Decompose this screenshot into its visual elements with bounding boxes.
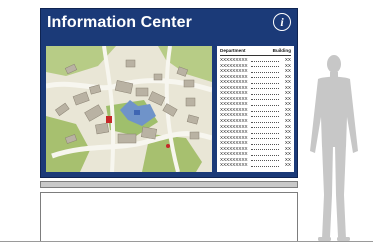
directory-leader-dots — [251, 132, 279, 134]
directory-leader-dots — [251, 82, 279, 84]
directory-leader-dots — [251, 93, 279, 95]
directory-leader-dots — [251, 116, 279, 118]
map-highlight-building — [106, 116, 112, 123]
campus-map-illustration — [46, 46, 212, 172]
directory-leader-dots — [251, 160, 279, 162]
department-column-header: Department — [220, 48, 246, 53]
directory-leader-dots — [251, 104, 279, 106]
info-icon: i — [273, 13, 291, 31]
directory-leader-dots — [251, 165, 279, 167]
directory-leader-dots — [251, 121, 279, 123]
directory-leader-dots — [251, 88, 279, 90]
building-column-header: Building — [272, 48, 291, 53]
directory-leader-dots — [251, 138, 279, 140]
directory-department: XXXXXXXXX — [220, 162, 248, 168]
sign-base — [40, 193, 298, 242]
department-directory: Department Building XXXXXXXXX XX XXXXXXXXX… — [217, 46, 294, 172]
directory-leader-dots — [251, 154, 279, 156]
directory-header: Department Building — [220, 48, 291, 56]
directory-leader-dots — [251, 60, 279, 62]
information-sign-panel: Information Center i Department Building… — [40, 8, 298, 178]
directory-list: XXXXXXXXX XX XXXXXXXXX XX XXXXXXXXX XX XXXXXXX… — [220, 57, 291, 168]
campus-map — [46, 46, 212, 172]
directory-leader-dots — [251, 71, 279, 73]
directory-building: XX — [284, 162, 291, 168]
directory-leader-dots — [251, 110, 279, 112]
map-highlight-building — [134, 110, 140, 115]
sign-title: Information Center — [47, 14, 192, 31]
directory-leader-dots — [251, 77, 279, 79]
directory-leader-dots — [251, 127, 279, 129]
directory-leader-dots — [251, 149, 279, 151]
directory-leader-dots — [251, 143, 279, 145]
directory-leader-dots — [251, 99, 279, 101]
directory-row: XXXXXXXXX XX — [220, 162, 291, 168]
sign-ledge — [40, 181, 298, 188]
person-silhouette-icon — [310, 55, 358, 241]
directory-leader-dots — [251, 66, 279, 68]
you-are-here-marker — [166, 144, 170, 148]
